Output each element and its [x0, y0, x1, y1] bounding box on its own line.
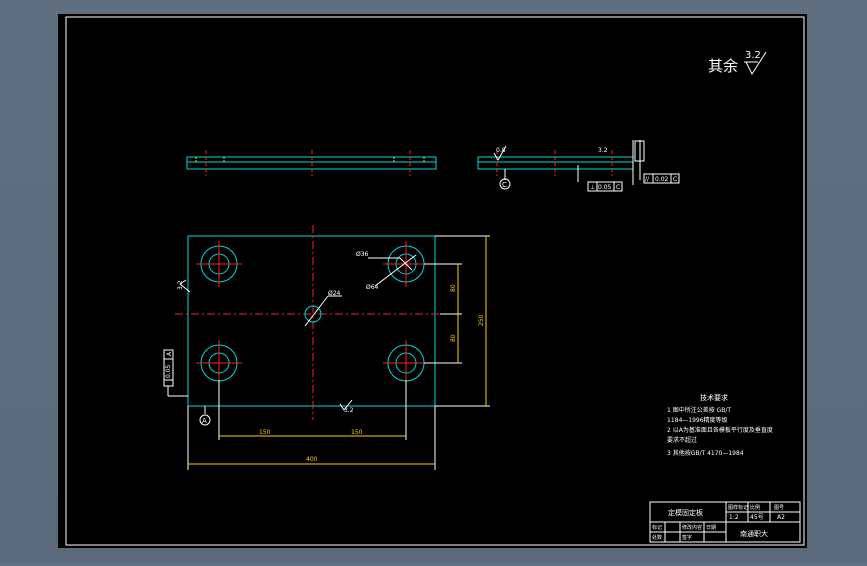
- rough-side-label: 3.2: [598, 147, 608, 154]
- tb-row-label-5: 日期: [706, 525, 716, 531]
- tol-parallel-datum: C: [673, 176, 677, 183]
- tol-parallel-value: 0.02: [655, 176, 669, 183]
- dim-vertical-upper: 80: [450, 284, 457, 292]
- dim-width-total: 400: [306, 456, 318, 463]
- tb-company: 南通职大: [740, 529, 768, 538]
- datum-c-label: C: [502, 181, 507, 189]
- tol-flat-value: 0.05: [165, 364, 172, 378]
- dim-hole-large: Ø36: [356, 251, 369, 258]
- cad-viewport[interactable]: 其余 3.2 0.8 C 3.2 ⊥ 0.05 C // 0.02 C Ø36 …: [0, 0, 867, 562]
- dim-hole-small: Ø64: [366, 284, 379, 291]
- tb-row-label-1: 标记: [652, 524, 662, 531]
- dim-center-hole: Ø24: [328, 290, 341, 297]
- tech-req-line-1: 1 图中所注公差按 GB/T: [667, 406, 731, 414]
- roughness-note-value: 3.2: [745, 50, 761, 61]
- tol-perp-datum: C: [616, 184, 620, 191]
- dim-horizontal-left: 150: [259, 429, 271, 436]
- tb-row-label-3: 修改内容: [682, 524, 702, 531]
- tb-header-drawing: 图号: [774, 505, 784, 511]
- tech-req-line-4: 要求不超过: [667, 436, 697, 444]
- tech-req-line-5: 3 其他按GB/T 4170—1984: [667, 449, 744, 457]
- tb-row-label-4: 签字: [682, 534, 692, 541]
- datum-a-label: A: [202, 417, 207, 425]
- tb-scale-value: 1:2: [729, 514, 739, 521]
- tb-header-scale: 比例: [750, 504, 760, 511]
- dim-vertical-lower: 80: [450, 334, 457, 342]
- tb-part-name: 定模固定板: [668, 508, 703, 517]
- drawing-sheet: [58, 14, 807, 548]
- tb-sheet-value: 45号: [750, 514, 764, 521]
- dim-horizontal-right: 150: [351, 429, 363, 436]
- roughness-note-label: 其余: [708, 57, 738, 75]
- tech-req-title: 技术要求: [700, 393, 728, 402]
- perp-symbol-icon: ⊥: [590, 184, 595, 191]
- tb-row-label-2: 处数: [652, 534, 662, 541]
- tb-size-value: A2: [777, 514, 785, 521]
- tech-req-line-3: 2 以A为基准面且各模板平行度及垂直度: [667, 426, 773, 434]
- tb-header-mark: 图样标记: [728, 504, 748, 511]
- drawing-canvas[interactable]: 其余 3.2 0.8 C 3.2 ⊥ 0.05 C // 0.02 C Ø36 …: [0, 0, 867, 562]
- dim-height-total: 250: [478, 314, 485, 326]
- tech-req-line-2: 1184—1996精度等级: [667, 416, 728, 424]
- tol-perp-value: 0.05: [598, 184, 612, 191]
